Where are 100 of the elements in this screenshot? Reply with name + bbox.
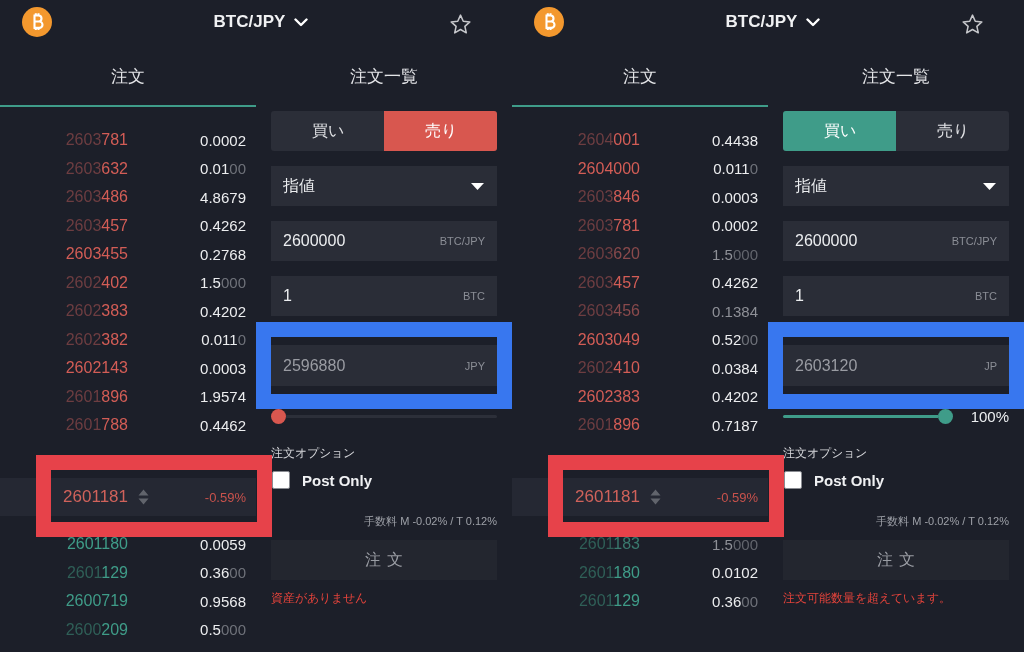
sell-toggle[interactable]: 売り — [896, 111, 1009, 151]
ask-price: 2602410 — [577, 359, 640, 378]
caret-down-icon — [983, 182, 996, 190]
ask-price: 2604000 — [577, 159, 640, 178]
ask-price: 2603620 — [577, 245, 640, 264]
ask-price: 2603457 — [577, 273, 640, 292]
pair-selector[interactable]: BTC/JPY — [213, 12, 309, 32]
ask-price: 2602383 — [65, 302, 128, 321]
bid-size: 0.3600 — [200, 564, 246, 582]
bid-size: 0.3600 — [712, 592, 758, 610]
ask-price: 2601896 — [65, 387, 128, 406]
unit-label: BTC/JPY — [439, 235, 485, 247]
ask-size: 0.4262 — [200, 217, 246, 235]
ask-size: 1.5000 — [712, 245, 758, 263]
ask-price: 2603781 — [65, 131, 128, 150]
ask-size: 1.5000 — [200, 274, 246, 292]
error-message: 注文可能数量を超えています。 — [783, 591, 952, 605]
tab[interactable]: 注文 — [0, 48, 256, 107]
chevron-down-icon — [806, 17, 821, 27]
ask-price: 2602382 — [65, 330, 128, 349]
order-options-label: 注文オプション — [783, 445, 868, 461]
ask-price: 2604001 — [577, 131, 640, 150]
ask-price: 2603846 — [577, 188, 640, 207]
post-only-checkbox[interactable] — [272, 471, 290, 489]
ask-price: 2602143 — [65, 359, 128, 378]
ask-price: 2603486 — [65, 188, 128, 207]
caret-down-icon — [471, 182, 484, 190]
bid-price: 2601180 — [66, 535, 128, 554]
ask-price: 2603049 — [577, 330, 640, 349]
coin-icon — [22, 7, 52, 37]
bid-size: 0.9568 — [200, 592, 246, 610]
total-input[interactable]: 2603120 JP — [783, 345, 1009, 386]
ask-price: 2603781 — [577, 216, 640, 235]
price-change: -0.59% — [716, 489, 758, 505]
ask-size: 0.7187 — [712, 416, 758, 434]
ask-size: 1.9574 — [200, 388, 246, 406]
fee-text: 手数料 M -0.02% / T 0.12% — [363, 514, 497, 528]
star-icon[interactable] — [962, 14, 983, 34]
ask-price: 2603456 — [577, 302, 640, 321]
post-only-checkbox[interactable] — [784, 471, 802, 489]
bid-price: 2601183 — [578, 535, 640, 554]
ask-size: 0.5200 — [712, 331, 758, 349]
tab[interactable]: 注文一覧 — [256, 48, 512, 107]
sell-toggle[interactable]: 売り — [384, 111, 497, 151]
ask-size: 0.0110 — [201, 331, 246, 349]
bid-size: 0.0102 — [712, 564, 758, 582]
unit-label: BTC — [975, 290, 997, 302]
amount-input[interactable]: 1 BTC — [271, 276, 497, 316]
buy-toggle[interactable]: 買い — [271, 111, 384, 151]
ask-price: 2603455 — [65, 245, 128, 264]
slider-percent: 100% — [970, 407, 1009, 425]
chevron-down-icon — [294, 17, 309, 27]
total-input[interactable]: 2596880 JPY — [271, 345, 497, 386]
unit-label: BTC/JPY — [951, 235, 997, 247]
order-type-select[interactable]: 指値 — [271, 166, 497, 206]
ask-size: 0.0003 — [200, 359, 246, 377]
bid-size: 0.5000 — [200, 621, 246, 639]
ask-price: 2602383 — [577, 387, 640, 406]
price-input[interactable]: 2600000 BTC/JPY — [783, 221, 1009, 261]
order-type-select[interactable]: 指値 — [783, 166, 1009, 206]
price-input[interactable]: 2600000 BTC/JPY — [271, 221, 497, 261]
ask-size: 0.4202 — [200, 302, 246, 320]
last-price: 2601181 — [62, 487, 128, 507]
amount-slider[interactable] — [783, 408, 953, 424]
bid-size: 0.0059 — [200, 535, 246, 553]
bid-price: 2601129 — [66, 563, 128, 582]
amount-input[interactable]: 1 BTC — [783, 276, 1009, 316]
ask-price: 2601788 — [65, 416, 128, 435]
tab[interactable]: 注文 — [512, 48, 768, 107]
fee-text: 手数料 M -0.02% / T 0.12% — [875, 514, 1009, 528]
ask-size: 0.2768 — [200, 245, 246, 263]
bid-price: 2601180 — [578, 563, 640, 582]
ask-size: 4.8679 — [200, 188, 246, 206]
ask-size: 0.0100 — [200, 160, 246, 178]
ask-size: 0.0110 — [713, 160, 758, 178]
ask-price: 2602402 — [65, 273, 128, 292]
ask-size: 0.4202 — [712, 388, 758, 406]
pair-selector[interactable]: BTC/JPY — [725, 12, 821, 32]
unit-label: BTC — [463, 290, 485, 302]
last-price: 2601181 — [574, 487, 640, 507]
post-only-label[interactable]: Post Only — [302, 471, 372, 489]
price-change: -0.59% — [204, 489, 246, 505]
ask-size: 0.4438 — [712, 131, 758, 149]
tab[interactable]: 注文一覧 — [768, 48, 1024, 107]
ask-price: 2603457 — [65, 216, 128, 235]
ask-price: 2601896 — [577, 416, 640, 435]
bid-price: 2600209 — [65, 620, 128, 639]
ask-price: 2603632 — [65, 159, 128, 178]
ask-size: 0.0002 — [200, 131, 246, 149]
sort-icon — [138, 489, 149, 505]
error-message: 資産がありません — [271, 591, 368, 605]
unit-label: JP — [984, 359, 997, 372]
amount-slider[interactable] — [271, 408, 497, 424]
ask-size: 0.0384 — [712, 359, 758, 377]
unit-label: JPY — [464, 359, 485, 372]
bid-price: 2601129 — [578, 592, 640, 611]
ask-size: 0.0002 — [712, 217, 758, 235]
star-icon[interactable] — [450, 14, 471, 34]
ask-size: 0.4262 — [712, 274, 758, 292]
post-only-label[interactable]: Post Only — [814, 471, 884, 489]
